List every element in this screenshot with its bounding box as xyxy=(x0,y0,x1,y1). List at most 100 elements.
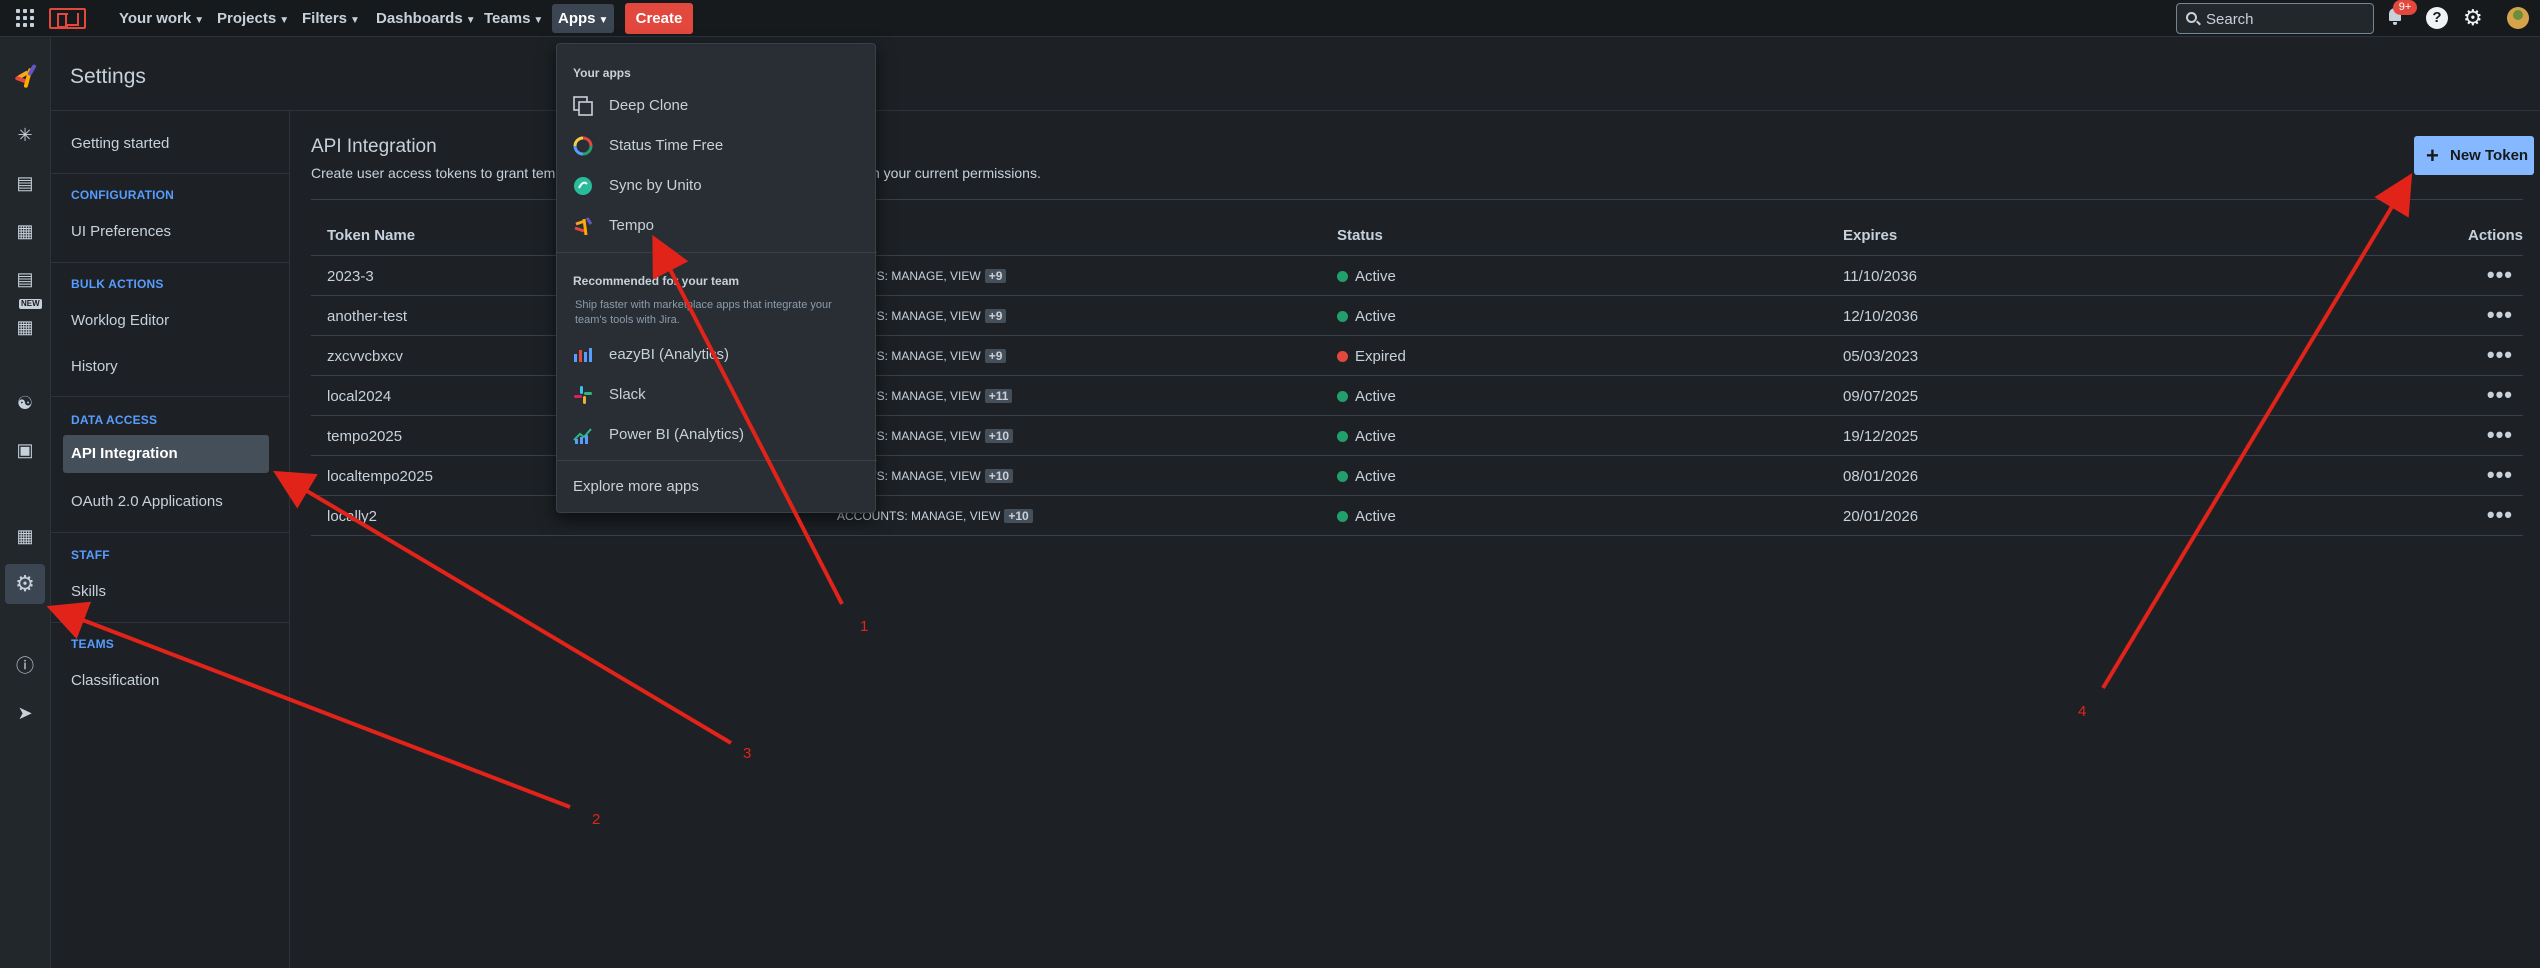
search-input[interactable]: Search xyxy=(2176,3,2374,34)
permission-more-badge: +9 xyxy=(984,349,1007,363)
annotation-label-4: 4 xyxy=(2078,703,2087,720)
menu-item-label: eazyBI (Analytics) xyxy=(609,346,730,363)
token-status: Active xyxy=(1337,468,1396,485)
sidebar-item-api-integration[interactable]: API Integration xyxy=(63,435,269,473)
row-actions-more-icon[interactable]: ••• xyxy=(2487,502,2513,528)
row-actions-more-icon[interactable]: ••• xyxy=(2487,302,2513,328)
row-actions-more-icon[interactable]: ••• xyxy=(2487,462,2513,488)
eazybi-icon xyxy=(573,345,593,365)
tempo-icon xyxy=(573,216,593,236)
nav-label: Your work xyxy=(119,10,192,27)
status-text: Active xyxy=(1355,308,1396,325)
new-token-label: New Token xyxy=(2450,147,2529,164)
sidebar-item-oauth-applications[interactable]: OAuth 2.0 Applications xyxy=(71,493,223,510)
row-actions-more-icon[interactable]: ••• xyxy=(2487,422,2513,448)
unito-icon xyxy=(573,176,593,196)
nav-filters[interactable]: Filters ▼ xyxy=(302,0,360,37)
permission-more-badge: +9 xyxy=(984,309,1007,323)
status-dot-icon xyxy=(1337,311,1348,322)
permission-more-badge: +11 xyxy=(984,389,1013,403)
sidebar-item-ui-preferences[interactable]: UI Preferences xyxy=(71,223,171,240)
token-expires: 05/03/2023 xyxy=(1843,348,1919,365)
token-name: localtempo2025 xyxy=(327,468,433,485)
sidebar-heading-staff: STAFF xyxy=(71,548,110,562)
permission-values: MANAGE, VIEW xyxy=(891,309,981,323)
recommended-heading: Recommended for your team xyxy=(573,274,740,288)
settings-icon[interactable]: ⚙ xyxy=(5,564,45,604)
nav-apps[interactable]: Apps ▼ xyxy=(552,4,615,33)
token-name: local2024 xyxy=(327,388,392,405)
slack-icon xyxy=(573,385,593,405)
timesheets-icon[interactable]: ✳ xyxy=(13,123,37,147)
permission-values: MANAGE, VIEW xyxy=(911,509,1001,523)
permission-more-badge: +10 xyxy=(984,429,1014,443)
apps-grid-icon[interactable]: ▦ xyxy=(13,524,37,548)
tempo-logo-icon[interactable] xyxy=(13,63,39,92)
nav-your-work[interactable]: Your work ▼ xyxy=(119,0,204,37)
row-actions-more-icon[interactable]: ••• xyxy=(2487,382,2513,408)
help-icon[interactable]: ? xyxy=(2426,7,2448,29)
menu-item-label: Status Time Free xyxy=(609,137,724,154)
explore-more-apps-link[interactable]: Explore more apps xyxy=(573,478,699,495)
permission-more-badge: +10 xyxy=(1004,509,1033,523)
chevron-down-icon: ▼ xyxy=(194,15,205,26)
sidebar-item-skills[interactable]: Skills xyxy=(71,583,106,600)
teams-icon[interactable]: ☯ xyxy=(13,391,37,415)
help-circle-icon[interactable]: ⓘ xyxy=(13,654,37,678)
status-text: Expired xyxy=(1355,348,1406,365)
token-name: tempo2025 xyxy=(327,428,403,445)
token-name: locally2 xyxy=(327,508,378,525)
nav-label: Apps xyxy=(558,10,596,27)
nav-dashboards[interactable]: Dashboards ▼ xyxy=(376,0,476,37)
token-expires: 19/12/2025 xyxy=(1843,428,1919,445)
permission-values: MANAGE, VIEW xyxy=(891,389,981,403)
row-actions-more-icon[interactable]: ••• xyxy=(2487,342,2513,368)
status-dot-icon xyxy=(1337,391,1348,402)
menu-item-label: Deep Clone xyxy=(609,97,689,114)
nav-teams[interactable]: Teams ▼ xyxy=(484,0,543,37)
sidebar-heading-teams: TEAMS xyxy=(71,637,114,651)
settings-gear-icon[interactable]: ⚙ xyxy=(2463,7,2485,29)
row-actions-more-icon[interactable]: ••• xyxy=(2487,262,2513,288)
create-button[interactable]: Create xyxy=(625,3,693,34)
annotation-label-3: 3 xyxy=(743,745,752,762)
search-icon xyxy=(2186,12,2197,23)
site-logo[interactable] xyxy=(49,8,86,29)
token-expires: 11/10/2036 xyxy=(1843,268,1917,285)
plans-icon[interactable]: ▤ xyxy=(13,171,37,195)
sidebar-item-getting-started[interactable]: Getting started xyxy=(71,135,169,152)
token-expires: 20/01/2026 xyxy=(1843,508,1919,525)
your-apps-heading: Your apps xyxy=(573,66,631,80)
token-name: another-test xyxy=(327,308,408,325)
sidebar-item-history[interactable]: History xyxy=(71,358,118,375)
status-time-icon xyxy=(573,136,593,156)
top-navigation: Your work ▼ Projects ▼ Filters ▼ Dashboards… xyxy=(0,0,2540,37)
column-token-name: Token Name xyxy=(327,227,416,244)
sidebar-item-classification[interactable]: Classification xyxy=(71,672,159,689)
rocket-icon[interactable]: ➤ xyxy=(13,701,37,725)
page-title: Settings xyxy=(70,65,146,88)
permissions: UNTS: MANAGE, VIEW+11 xyxy=(852,389,1013,403)
reports-icon[interactable]: ▦ xyxy=(13,219,37,243)
token-name: zxcvvcbxcv xyxy=(327,348,403,365)
nav-projects[interactable]: Projects ▼ xyxy=(217,0,289,37)
accounts-icon[interactable]: ▣ xyxy=(13,438,37,462)
sidebar-heading-bulk-actions: BULK ACTIONS xyxy=(71,277,164,291)
section-description-end: n your current permissions. xyxy=(872,165,1041,181)
user-avatar[interactable] xyxy=(2507,7,2529,29)
status-text: Active xyxy=(1355,268,1396,285)
sidebar-item-worklog-editor[interactable]: Worklog Editor xyxy=(71,312,169,329)
calendar-icon[interactable]: ▦ xyxy=(13,315,37,339)
app-switcher-icon[interactable] xyxy=(16,9,34,27)
new-token-button[interactable]: + New Token xyxy=(2414,136,2534,175)
cost-tracker-icon[interactable]: ▤ xyxy=(13,267,37,291)
annotation-label-2: 2 xyxy=(592,811,601,828)
notifications-badge: 9+ xyxy=(2393,0,2417,15)
status-text: Active xyxy=(1355,468,1396,485)
permission-values: MANAGE, VIEW xyxy=(891,429,981,443)
token-status: Active xyxy=(1337,508,1396,525)
apps-dropdown-menu: Your apps Deep Clone Status Time Free Sy… xyxy=(556,43,877,513)
status-text: Active xyxy=(1355,508,1396,525)
token-name: 2023-3 xyxy=(327,268,374,285)
status-dot-icon xyxy=(1337,511,1348,522)
